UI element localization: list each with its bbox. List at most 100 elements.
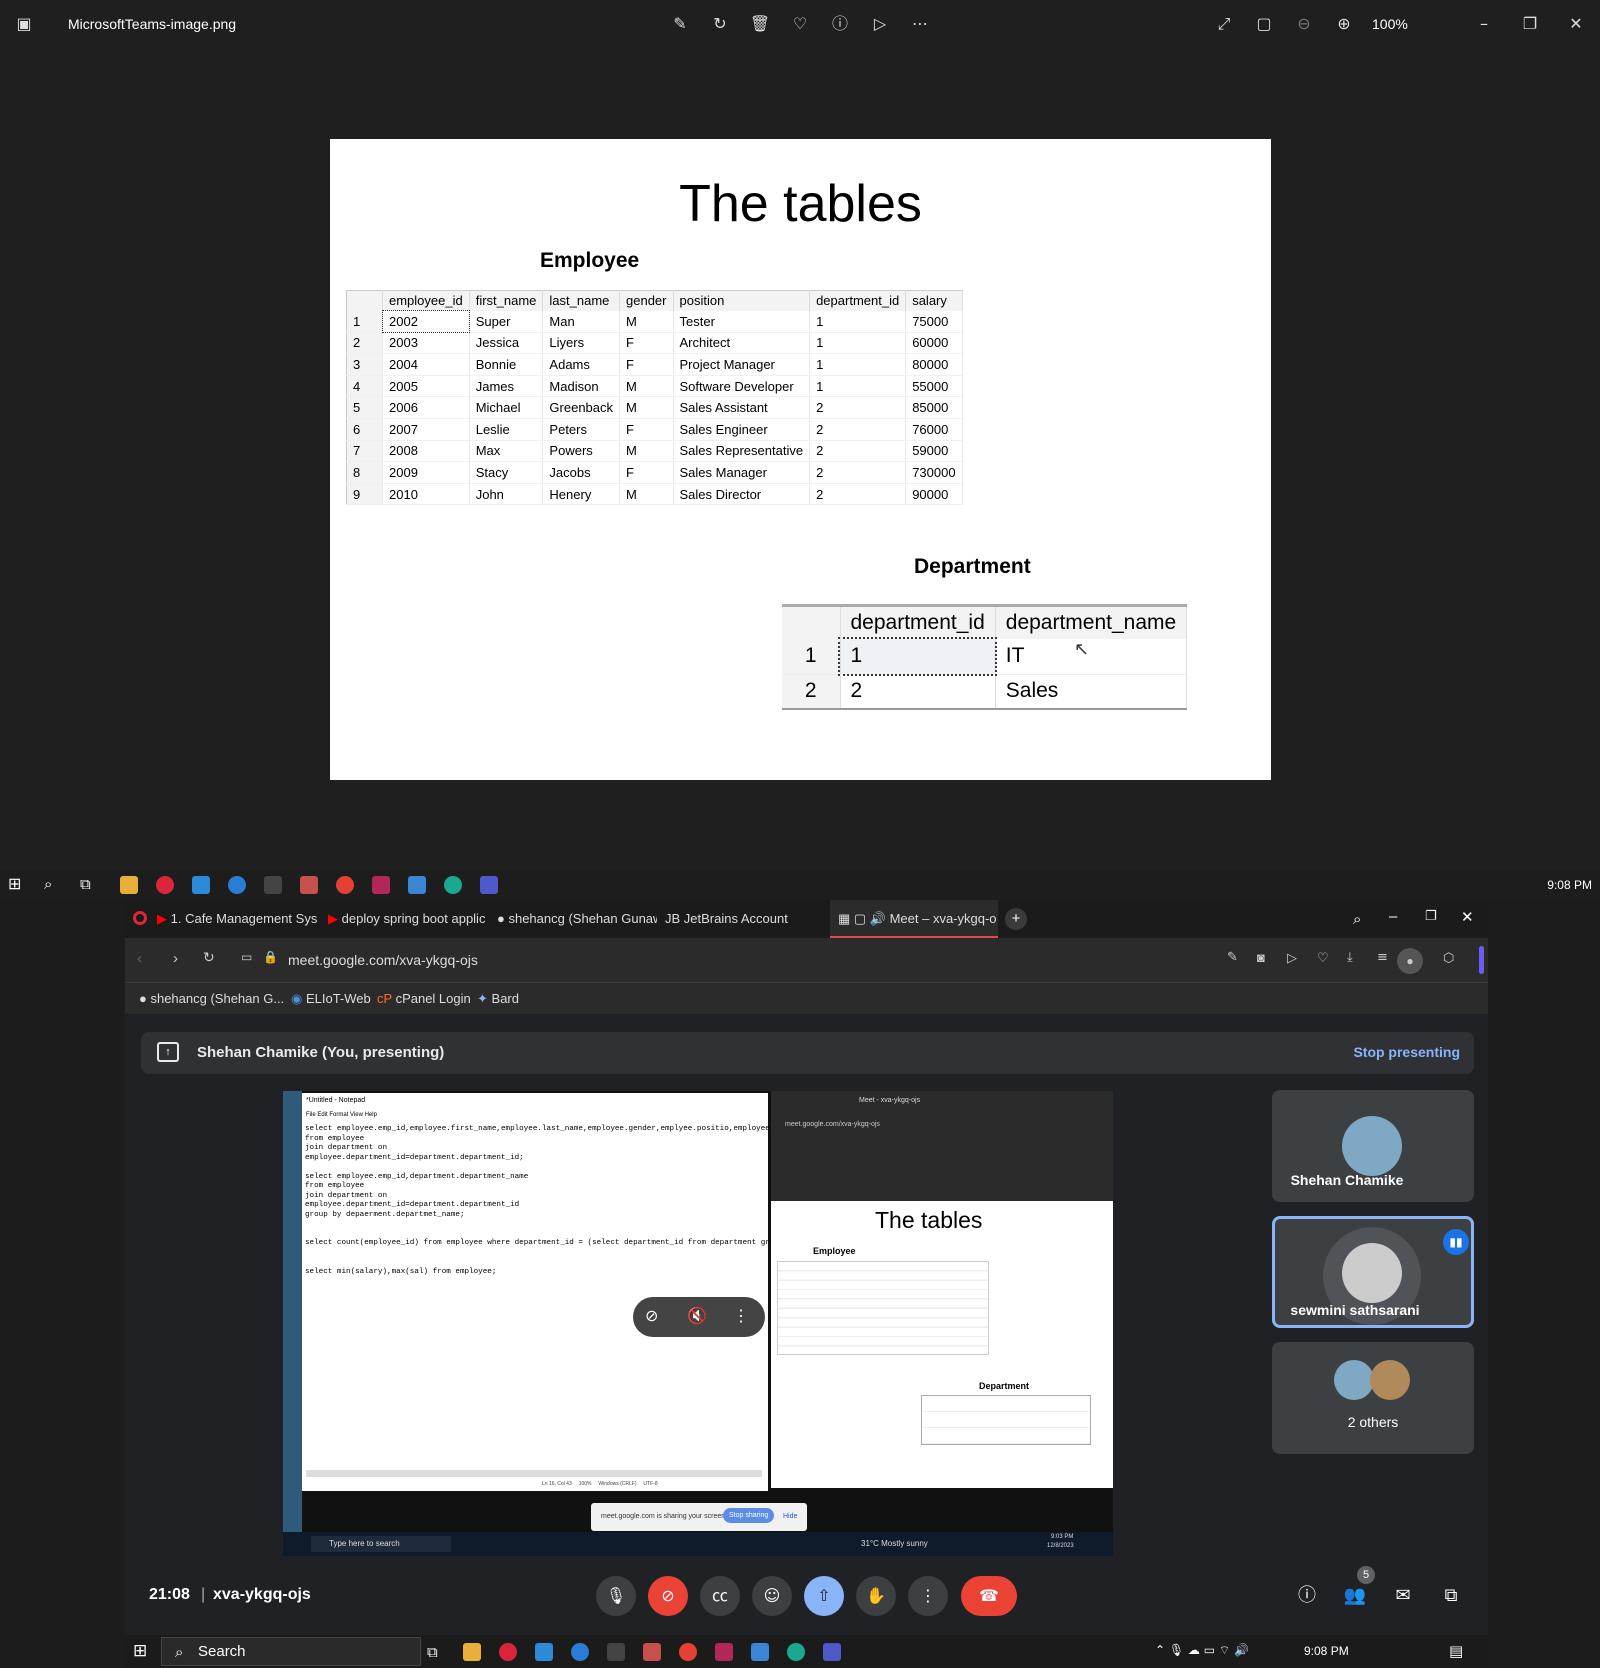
app-icon-5[interactable] [643,1643,661,1661]
snapshot-icon[interactable]: ◙ [1257,950,1265,965]
desktop-app-icon[interactable] [192,876,210,894]
emoji-icon[interactable]: ☺ [752,1576,792,1616]
bookmark-cpanel[interactable]: cP cPanel Login [377,991,471,1006]
search-icon[interactable]: ⌕ [44,876,62,894]
opera-icon[interactable] [156,876,174,894]
info-icon[interactable]: ⓘ [828,12,852,36]
back-icon[interactable]: ‹ [137,950,142,967]
stop-presenting-button[interactable]: Stop presenting [1353,1044,1460,1060]
photos-icon[interactable] [408,876,426,894]
download-icon[interactable]: ⤓ [1347,950,1353,965]
forward-icon[interactable]: › [173,950,178,967]
photos-icon[interactable] [751,1643,769,1661]
table-cell: Henery [542,483,621,506]
terminal-icon[interactable] [264,876,282,894]
tab-jetbrains[interactable]: JB JetBrains Account [665,900,815,938]
slideshow-icon[interactable]: ▷ [868,12,892,36]
onedrive-icon[interactable] [228,876,246,894]
favorite-icon[interactable]: ♡ [788,12,812,36]
file-explorer-icon[interactable] [463,1643,481,1661]
app-icon-5[interactable] [300,876,318,894]
pin-off-icon[interactable]: ⊘ [645,1306,658,1325]
mute-icon[interactable]: 🔇 [687,1306,707,1325]
teams-icon[interactable] [823,1643,841,1661]
onedrive-icon[interactable] [571,1643,589,1661]
people-icon[interactable]: 👥 [1341,1582,1369,1610]
participant-tile-1[interactable]: Shehan Chamike [1272,1090,1474,1202]
rotate-icon[interactable]: ↻ [708,12,732,36]
teams-icon[interactable] [480,876,498,894]
tab-spring[interactable]: ▶ deploy spring boot applic [328,900,488,938]
taskbar-search[interactable]: Search [161,1637,421,1666]
opera-icon[interactable] [499,1643,517,1661]
stop-sharing-button[interactable]: Stop sharing [723,1508,775,1523]
notepad-text[interactable]: select employee.emp_id,employee.first_na… [305,1125,788,1277]
intellij-icon[interactable] [715,1643,733,1661]
close-icon[interactable]: ✕ [1564,12,1588,36]
employee-caption: Employee [540,249,640,272]
task-view-icon[interactable]: ⧉ [427,1643,438,1661]
extensions-icon[interactable]: ⬡ [1443,950,1454,966]
new-tab-icon[interactable]: + [1005,908,1027,930]
bookmark-github[interactable]: ● shehancg (Shehan G... [139,991,284,1006]
edge-icon[interactable] [444,876,462,894]
tab-cafe[interactable]: ▶ 1. Cafe Management Syste [157,900,317,938]
close-icon[interactable]: ✕ [1461,908,1474,926]
delete-icon[interactable]: 🗑 [748,12,772,36]
chrome-icon[interactable] [336,876,354,894]
settings-icon[interactable]: ≡ [1377,950,1388,965]
opera-menu-icon[interactable] [133,911,147,925]
notepad-scrollbar[interactable] [306,1470,762,1477]
windows-start-icon[interactable]: ⊞ [133,1641,147,1661]
send-icon[interactable]: ▷ [1287,950,1297,966]
activities-icon[interactable]: ⧉ [1437,1582,1465,1610]
chrome-icon[interactable] [679,1643,697,1661]
notifications-icon[interactable]: ▤ [1449,1642,1463,1660]
participant-tile-2[interactable]: ▮▮ sewmini sathsarani [1272,1216,1474,1328]
shared-search-placeholder: Type here to search [329,1539,400,1548]
tab-github[interactable]: ● shehancg (Shehan Gunaw [497,900,657,938]
more-options-icon[interactable]: ⋮ [908,1576,948,1616]
minimize-icon[interactable]: – [1389,908,1397,925]
zoom-out-icon[interactable]: ⊖ [1292,12,1316,36]
fit-icon[interactable]: ▢ [1252,12,1276,36]
restore-icon[interactable]: ❐ [1518,12,1542,36]
more-options-icon[interactable]: ⋮ [733,1306,749,1326]
bookmark-bard[interactable]: ✦ Bard [477,991,519,1007]
desktop-app-icon[interactable] [535,1643,553,1661]
table-cell: 1 [346,310,383,333]
camera-off-icon[interactable]: ⊘ [648,1576,688,1616]
raise-hand-icon[interactable]: ✋ [856,1576,896,1616]
heart-icon[interactable]: ♡ [1317,950,1329,966]
search-tabs-icon[interactable]: ⌕ [1353,910,1361,928]
fullscreen-icon[interactable]: ⤢ [1212,12,1236,36]
tab-meet[interactable]: ▦ ▢ 🔊 Meet – xva-ykgq-o [830,900,998,938]
chat-icon[interactable]: ✉ [1389,1582,1417,1610]
task-view-icon[interactable]: ⧉ [80,876,98,894]
hide-button[interactable]: Hide [783,1513,797,1520]
lock-icon: 🔒 [263,950,278,964]
mic-icon[interactable]: 🎙 [596,1576,636,1616]
captions-icon[interactable]: ㏄ [700,1576,740,1616]
meeting-info-icon[interactable]: ⓘ [1293,1582,1321,1610]
edge-icon[interactable] [787,1643,805,1661]
url-field[interactable]: meet.google.com/xva-ykgq-ojs [288,952,478,968]
profile-icon[interactable]: ● [1397,948,1423,974]
table-row: 2 2003 Jessica Liyers F Architect 1 60000 [346,332,963,355]
terminal-icon[interactable] [607,1643,625,1661]
file-explorer-icon[interactable] [120,876,138,894]
minimize-icon[interactable]: – [1472,12,1496,36]
zoom-in-icon[interactable]: ⊕ [1332,12,1356,36]
reload-icon[interactable]: ↻ [203,950,215,966]
participant-tile-others[interactable]: 2 others [1272,1342,1474,1454]
restore-icon[interactable]: ❐ [1425,909,1437,924]
bookmark-eliot[interactable]: ◉ ELIoT-Web [291,991,371,1007]
tray-icons[interactable]: ⌃ 🎙 ☁ ▭ ⌔ 🔊 [1155,1643,1249,1658]
edit-icon[interactable]: ✎ [668,12,692,36]
edit-icon[interactable]: ✎ [1227,950,1238,965]
present-icon[interactable]: ⇧ [804,1576,844,1616]
more-icon[interactable]: ⋯ [908,12,932,36]
windows-start-icon[interactable]: ⊞ [8,876,26,894]
leave-call-icon[interactable]: ☎ [961,1576,1017,1616]
intellij-icon[interactable] [372,876,390,894]
